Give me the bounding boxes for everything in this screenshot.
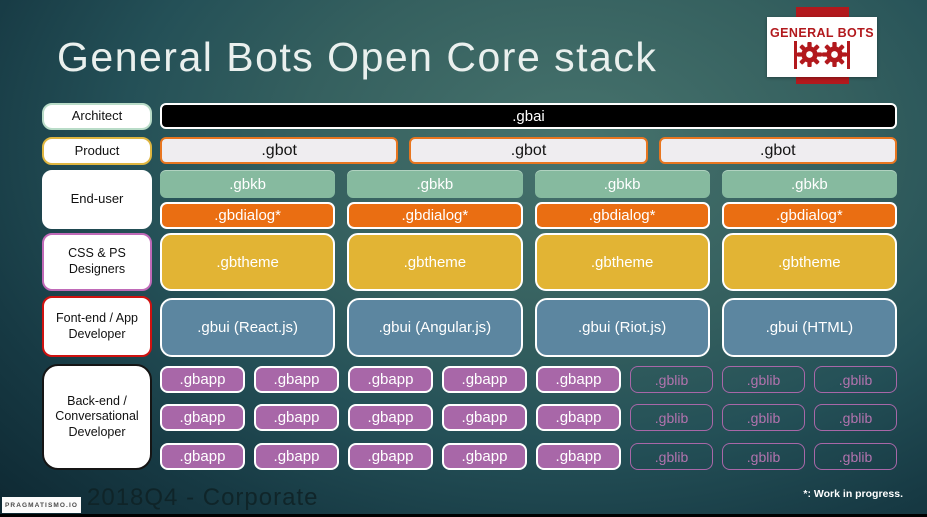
gbapp-box: .gbapp	[254, 404, 339, 431]
slide-caption: 2018Q4 - Corporate	[87, 484, 319, 511]
work-in-progress-note: *: Work in progress.	[803, 488, 903, 500]
logo-tick-right	[839, 40, 850, 69]
logo-wordmark: GENERAL BOTS	[770, 25, 874, 40]
row-gbui: .gbui (React.js) .gbui (Angular.js) .gbu…	[160, 298, 897, 357]
gbapp-box: .gbapp	[160, 366, 245, 393]
gbui-react-box: .gbui (React.js)	[160, 298, 336, 357]
gbot-box: .gbot	[658, 137, 897, 164]
gbkb-box: .gbkb	[160, 170, 336, 198]
gbui-angular-box: .gbui (Angular.js)	[347, 298, 523, 357]
gbtheme-box: .gbtheme	[347, 233, 523, 291]
row-gbai: .gbai	[160, 103, 897, 129]
gblib-box: .gblib	[814, 366, 897, 393]
gbapp-box: .gbapp	[348, 443, 433, 470]
gbdialog-box: .gbdialog*	[721, 202, 897, 229]
gbdialog-box: .gbdialog*	[347, 202, 523, 229]
logo-gears	[794, 40, 850, 69]
gbapp-box: .gbapp	[348, 366, 433, 393]
gbapp-box: .gbapp	[254, 443, 339, 470]
gbdialog-box: .gbdialog*	[534, 202, 710, 229]
row-gbkb: .gbkb .gbkb .gbkb .gbkb	[160, 170, 897, 198]
gbot-box: .gbot	[160, 137, 399, 164]
row-gbapp-1: .gbapp .gbapp .gbapp .gbapp .gbapp .gbli…	[160, 366, 897, 393]
gbapp-box: .gbapp	[160, 404, 245, 431]
gbdialog-box: .gbdialog*	[160, 202, 336, 229]
role-label-end-user: End-user	[42, 170, 152, 229]
gblib-box: .gblib	[722, 443, 805, 470]
gbtheme-box: .gbtheme	[534, 233, 710, 291]
gbkb-box: .gbkb	[721, 170, 897, 198]
gblib-box: .gblib	[630, 443, 713, 470]
gbkb-box: .gbkb	[347, 170, 523, 198]
role-label-product: Product	[42, 137, 152, 165]
gbkb-box: .gbkb	[534, 170, 710, 198]
gbapp-box: .gbapp	[442, 443, 527, 470]
gblib-box: .gblib	[722, 404, 805, 431]
gblib-box: .gblib	[630, 366, 713, 393]
gbtheme-box: .gbtheme	[721, 233, 897, 291]
gbapp-box: .gbapp	[536, 366, 621, 393]
page-title: General Bots Open Core stack	[57, 34, 658, 80]
role-label-architect: Architect	[42, 103, 152, 130]
gbapp-box: .gbapp	[536, 404, 621, 431]
gblib-box: .gblib	[630, 404, 713, 431]
gblib-box: .gblib	[722, 366, 805, 393]
gbapp-box: .gbapp	[160, 443, 245, 470]
row-gbapp-2: .gbapp .gbapp .gbapp .gbapp .gbapp .gbli…	[160, 404, 897, 431]
row-gbtheme: .gbtheme .gbtheme .gbtheme .gbtheme	[160, 233, 897, 291]
gbapp-box: .gbapp	[442, 366, 527, 393]
gbui-riot-box: .gbui (Riot.js)	[534, 298, 710, 357]
gbot-box: .gbot	[409, 137, 648, 164]
gbapp-box: .gbapp	[348, 404, 433, 431]
gbapp-box: .gbapp	[536, 443, 621, 470]
gbui-html-box: .gbui (HTML)	[721, 298, 897, 357]
gblib-box: .gblib	[814, 443, 897, 470]
role-label-css-ps-designers: CSS & PS Designers	[42, 233, 152, 291]
slide: General Bots Open Core stack GENERAL BOT…	[0, 0, 927, 517]
logo-tick-left	[794, 40, 805, 69]
gbapp-box: .gbapp	[442, 404, 527, 431]
pragmatismo-brand-badge: PRAGMATISMO.IO	[2, 497, 81, 513]
gbapp-box: .gbapp	[254, 366, 339, 393]
gbtheme-box: .gbtheme	[160, 233, 336, 291]
gblib-box: .gblib	[814, 404, 897, 431]
role-label-frontend-app-developer: Font-end / App Developer	[42, 296, 152, 357]
gbai-box: .gbai	[160, 103, 897, 129]
row-gbdialog: .gbdialog* .gbdialog* .gbdialog* .gbdial…	[160, 202, 897, 229]
role-label-backend-conversational-developer: Back-end / Conversational Developer	[42, 364, 152, 470]
row-gbot: .gbot .gbot .gbot	[160, 137, 897, 164]
general-bots-logo: GENERAL BOTS	[767, 17, 877, 77]
row-gbapp-3: .gbapp .gbapp .gbapp .gbapp .gbapp .gbli…	[160, 443, 897, 470]
